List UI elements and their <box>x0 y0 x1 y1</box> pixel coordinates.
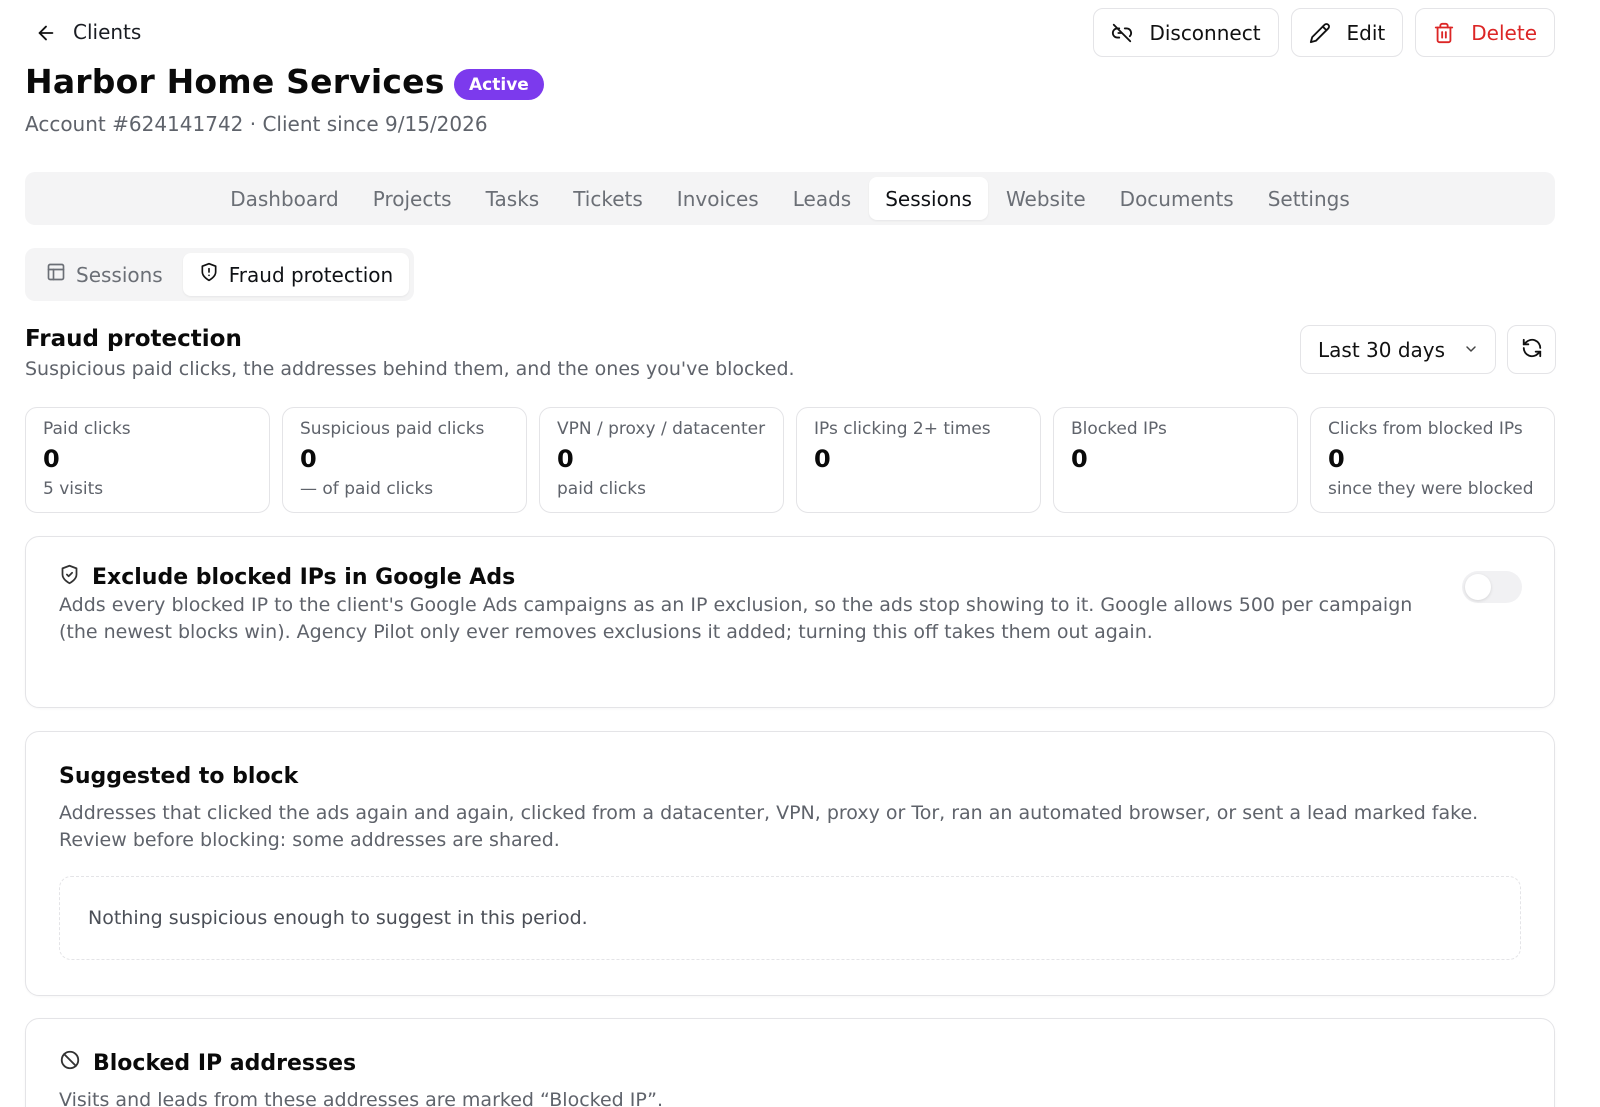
back-arrow-icon[interactable] <box>31 18 61 48</box>
subtab-sessions-label: Sessions <box>76 262 163 287</box>
stat-value: 0 <box>557 445 574 473</box>
stat-value: 0 <box>300 445 317 473</box>
exclude-blocked-ips-card: Exclude blocked IPs in Google Ads Adds e… <box>25 536 1555 708</box>
stat-paid-clicks: Paid clicks 0 5 visits <box>25 407 270 513</box>
shield-icon <box>199 262 219 287</box>
refresh-button[interactable] <box>1507 325 1556 374</box>
suggested-card-title: Suggested to block <box>59 764 299 789</box>
stat-value: 0 <box>814 445 831 473</box>
delete-label: Delete <box>1471 20 1537 45</box>
blocked-card-title: Blocked IP addresses <box>93 1050 357 1076</box>
edit-button[interactable]: Edit <box>1290 8 1404 57</box>
stat-value: 0 <box>1328 445 1345 473</box>
blocked-card-header: Blocked IP addresses <box>59 1049 356 1077</box>
sub-tabs: Sessions Fraud protection <box>25 248 415 301</box>
stat-note: — of paid clicks <box>300 479 434 499</box>
stat-value: 0 <box>1071 445 1088 473</box>
stat-note: paid clicks <box>557 479 646 499</box>
delete-button[interactable]: Delete <box>1415 8 1555 57</box>
stat-value: 0 <box>43 445 60 473</box>
trash-icon <box>1433 22 1455 44</box>
stat-label: Clicks from blocked IPs <box>1328 419 1523 439</box>
edit-label: Edit <box>1346 20 1386 45</box>
tab-invoices[interactable]: Invoices <box>661 177 775 220</box>
stat-note: 5 visits <box>43 479 104 499</box>
stat-label: Paid clicks <box>43 419 131 439</box>
tab-documents[interactable]: Documents <box>1104 177 1250 220</box>
tab-sessions[interactable]: Sessions <box>869 177 988 220</box>
blocked-ip-addresses-card: Blocked IP addresses Visits and leads fr… <box>25 1018 1555 1107</box>
account-subtitle: Account #624141742 · Client since 9/15/2… <box>25 112 488 136</box>
tab-tickets[interactable]: Tickets <box>557 177 659 220</box>
main-tabs: Dashboard Projects Tasks Tickets Invoice… <box>25 172 1555 225</box>
exclude-card-text-line: (the newest blocks win). Agency Pilot on… <box>59 621 1153 643</box>
tab-settings[interactable]: Settings <box>1252 177 1366 220</box>
ban-icon <box>59 1049 81 1077</box>
date-range-value: Last 30 days <box>1318 337 1446 362</box>
stat-label: VPN / proxy / datacenter <box>557 419 766 439</box>
stat-clicks-from-blocked-ips: Clicks from blocked IPs 0 since they wer… <box>1310 407 1555 513</box>
suggested-empty-state: Nothing suspicious enough to suggest in … <box>59 876 1521 960</box>
stat-ips-clicking-twice: IPs clicking 2+ times 0 <box>796 407 1041 513</box>
subtab-fraud-label: Fraud protection <box>228 262 394 287</box>
exclude-card-title: Exclude blocked IPs in Google Ads <box>92 565 516 590</box>
pencil-icon <box>1309 22 1331 44</box>
tab-leads[interactable]: Leads <box>777 177 867 220</box>
disconnect-button[interactable]: Disconnect <box>1093 8 1279 57</box>
stats-row: Paid clicks 0 5 visits Suspicious paid c… <box>25 407 1555 513</box>
stat-suspicious-paid-clicks: Suspicious paid clicks 0 — of paid click… <box>282 407 527 513</box>
chevron-down-icon <box>1463 338 1479 362</box>
stat-label: Blocked IPs <box>1071 419 1167 439</box>
page-title: Harbor Home Services <box>25 62 445 101</box>
tab-tasks[interactable]: Tasks <box>470 177 556 220</box>
exclude-google-ads-toggle[interactable] <box>1462 571 1522 603</box>
stat-note: since they were blocked <box>1328 479 1534 499</box>
refresh-icon <box>1521 337 1543 363</box>
stat-vpn-proxy-datacenter: VPN / proxy / datacenter 0 paid clicks <box>539 407 784 513</box>
shield-check-icon <box>59 564 80 591</box>
subtab-sessions[interactable]: Sessions <box>30 253 179 296</box>
unlink-icon <box>1111 22 1133 44</box>
suggested-card-text-line: Review before blocking: some addresses a… <box>59 829 560 851</box>
tab-projects[interactable]: Projects <box>357 177 468 220</box>
exclude-card-text-line: Adds every blocked IP to the client's Go… <box>59 594 1413 616</box>
status-badge: Active <box>454 69 544 100</box>
section-title: Fraud protection <box>25 326 242 352</box>
blocked-card-description: Visits and leads from these addresses ar… <box>59 1089 664 1107</box>
tab-dashboard[interactable]: Dashboard <box>214 177 355 220</box>
table-icon <box>46 262 66 287</box>
tab-website[interactable]: Website <box>990 177 1102 220</box>
exclude-card-description: Adds every blocked IP to the client's Go… <box>59 592 1412 646</box>
section-description: Suspicious paid clicks, the addresses be… <box>25 358 795 380</box>
suggested-card-description: Addresses that clicked the ads again and… <box>59 800 1478 854</box>
suggested-card-text-line: Addresses that clicked the ads again and… <box>59 802 1479 824</box>
stat-blocked-ips: Blocked IPs 0 <box>1053 407 1298 513</box>
header-actions: Disconnect Edit Delete <box>1093 8 1555 57</box>
exclude-card-header: Exclude blocked IPs in Google Ads <box>59 564 515 591</box>
subtab-fraud-protection[interactable]: Fraud protection <box>182 253 410 296</box>
suggested-to-block-card: Suggested to block Addresses that clicke… <box>25 731 1555 996</box>
suggested-card-header: Suggested to block <box>59 764 298 789</box>
stat-label: Suspicious paid clicks <box>300 419 485 439</box>
top-bar: Clients Disconnect Edit Delete <box>25 8 1555 58</box>
breadcrumb-clients[interactable]: Clients <box>73 20 141 44</box>
stat-label: IPs clicking 2+ times <box>814 419 991 439</box>
toggle-knob <box>1465 574 1491 600</box>
disconnect-label: Disconnect <box>1149 20 1261 45</box>
date-range-select[interactable]: Last 30 days <box>1300 325 1496 374</box>
